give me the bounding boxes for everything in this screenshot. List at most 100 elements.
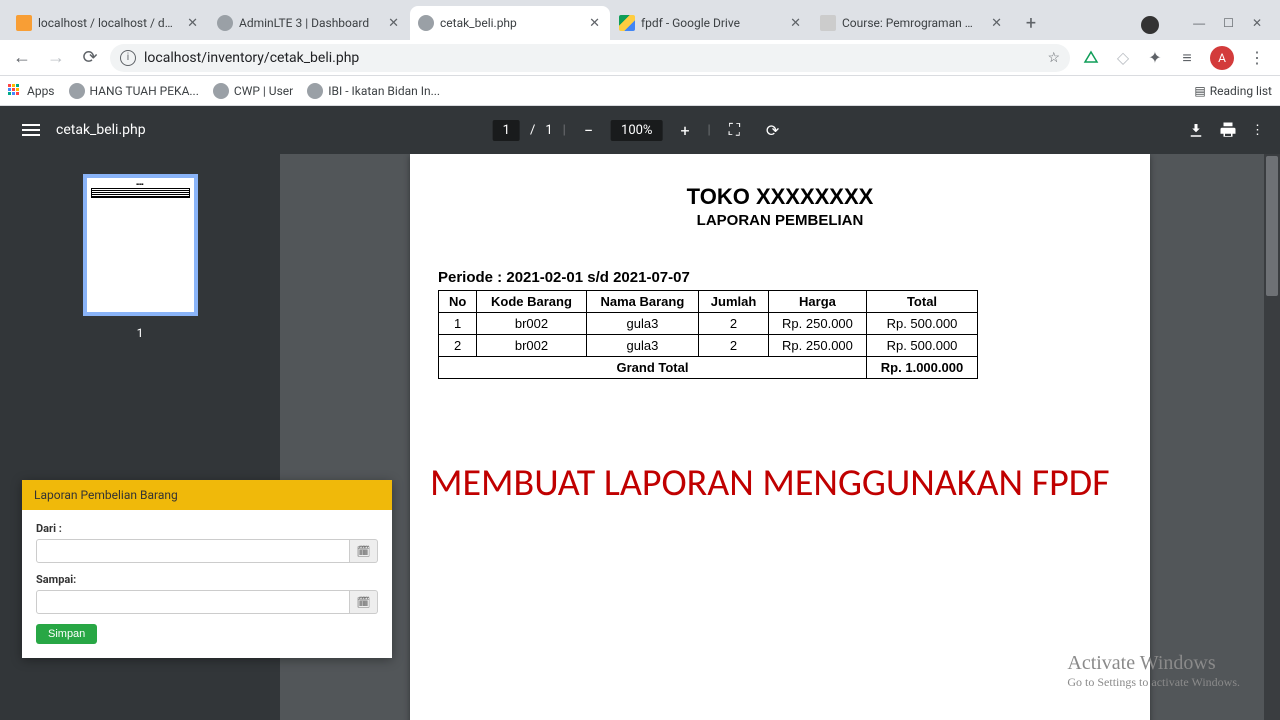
zoom-value[interactable]: 100% [611, 120, 662, 141]
close-icon[interactable]: ✕ [989, 16, 1004, 31]
label-sampai: Sampai: [36, 573, 378, 586]
close-icon[interactable]: ✕ [788, 16, 803, 31]
account-avatar[interactable]: A [1210, 46, 1234, 70]
grand-total-row: Grand Total Rp. 1.000.000 [439, 357, 978, 379]
sidebar-toggle-button[interactable] [16, 118, 46, 142]
page-thumbnail[interactable]: ■■■■ [83, 174, 198, 316]
globe-icon [213, 83, 229, 99]
new-tab-button[interactable]: + [1017, 9, 1045, 37]
label-dari: Dari : [36, 522, 378, 535]
list-icon: ▤ [1194, 84, 1205, 98]
calendar-icon[interactable]: 🗓 [350, 590, 378, 614]
drive-icon[interactable] [1082, 49, 1100, 67]
globe-icon [217, 15, 233, 31]
url-field[interactable]: i localhost/inventory/cetak_beli.php ☆ [110, 44, 1070, 72]
form-title: Laporan Pembelian Barang [22, 480, 392, 510]
maximize-button[interactable]: ☐ [1223, 16, 1234, 34]
col-kode: Kode Barang [477, 291, 586, 313]
input-sampai[interactable] [36, 590, 350, 614]
reload-button[interactable]: ⟳ [76, 44, 104, 72]
col-nama: Nama Barang [586, 291, 699, 313]
col-total: Total [867, 291, 978, 313]
pdf-toolbar: cetak_beli.php 1 / 1 | − 100% + | ⛶ ⟳ ⋮ [0, 106, 1280, 154]
minimize-button[interactable]: — [1193, 16, 1205, 34]
bookmark-item[interactable]: HANG TUAH PEKA... [69, 83, 199, 99]
bookmark-label: IBI - Ikatan Bidan In... [328, 84, 440, 98]
tab-label: Course: Pemrograman Web 2 [842, 16, 983, 30]
windows-watermark: Activate Windows Go to Settings to activ… [1067, 652, 1240, 690]
fit-page-button[interactable]: ⛶ [721, 114, 748, 146]
input-dari[interactable] [36, 539, 350, 563]
calendar-icon[interactable]: 🗓 [350, 539, 378, 563]
tab-label: cetak_beli.php [440, 16, 581, 30]
apps-label: Apps [27, 84, 55, 98]
playlist-icon[interactable]: ≡ [1178, 49, 1196, 67]
tab-phpmyadmin[interactable]: localhost / localhost / dbbar... ✕ [8, 6, 208, 40]
url-text: localhost/inventory/cetak_beli.php [144, 50, 359, 66]
caption-overlay: MEMBUAT LAPORAN MENGGUNAKAN FPDF [430, 460, 1110, 506]
extensions-icon[interactable]: ✦ [1146, 49, 1164, 67]
tab-cetak-beli[interactable]: cetak_beli.php ✕ [410, 6, 610, 40]
download-button[interactable] [1187, 121, 1205, 139]
shield-icon[interactable]: ◇ [1114, 49, 1132, 67]
more-menu-button[interactable]: ⋮ [1251, 123, 1264, 138]
col-harga: Harga [768, 291, 866, 313]
window-controls: — ☐ ✕ [1141, 16, 1272, 40]
pdf-filename: cetak_beli.php [56, 122, 146, 138]
tab-adminlte[interactable]: AdminLTE 3 | Dashboard ✕ [209, 6, 409, 40]
tab-label: localhost / localhost / dbbar... [38, 16, 179, 30]
favicon [16, 15, 32, 31]
close-button[interactable]: ✕ [1252, 16, 1262, 34]
globe-icon [307, 83, 323, 99]
bookmark-star-icon[interactable]: ☆ [1047, 50, 1060, 66]
zoom-out-button[interactable]: − [576, 115, 601, 146]
col-jumlah: Jumlah [699, 291, 769, 313]
report-table: No Kode Barang Nama Barang Jumlah Harga … [438, 290, 978, 379]
back-button[interactable]: ← [8, 44, 36, 72]
address-bar: ← → ⟳ i localhost/inventory/cetak_beli.p… [0, 40, 1280, 76]
close-icon[interactable]: ✕ [386, 16, 401, 31]
bookmark-item[interactable]: IBI - Ikatan Bidan In... [307, 83, 440, 99]
watermark-title: Activate Windows [1067, 652, 1240, 675]
bookmarks-bar: Apps HANG TUAH PEKA... CWP | User IBI - … [0, 76, 1280, 106]
favicon [820, 15, 836, 31]
thumbnail-page-number: 1 [137, 326, 144, 340]
zoom-in-button[interactable]: + [672, 115, 697, 146]
table-row: 2 br002 gula3 2 Rp. 250.000 Rp. 500.000 [439, 335, 978, 357]
pdf-page: TOKO XXXXXXXX LAPORAN PEMBELIAN Periode … [410, 154, 1150, 720]
toolbar-right: ◇ ✦ ≡ A ⋮ [1076, 46, 1272, 70]
page-separator: / [530, 123, 535, 138]
bookmark-item[interactable]: CWP | User [213, 83, 293, 99]
reading-list-label: Reading list [1210, 84, 1272, 98]
profile-icon[interactable] [1141, 16, 1159, 34]
drive-icon [619, 15, 635, 31]
forward-button[interactable]: → [42, 44, 70, 72]
print-button[interactable] [1219, 121, 1237, 139]
reading-list[interactable]: ▤ Reading list [1194, 84, 1272, 98]
close-icon[interactable]: ✕ [185, 16, 200, 31]
page-current-input[interactable]: 1 [493, 120, 520, 141]
scrollbar[interactable] [1264, 154, 1280, 720]
kebab-menu-icon[interactable]: ⋮ [1248, 49, 1266, 67]
report-subtitle: LAPORAN PEMBELIAN [420, 212, 1140, 229]
simpan-button[interactable]: Simpan [36, 624, 97, 644]
globe-icon [418, 15, 434, 31]
site-info-icon[interactable]: i [120, 50, 136, 66]
table-row: 1 br002 gula3 2 Rp. 250.000 Rp. 500.000 [439, 313, 978, 335]
tab-label: fpdf - Google Drive [641, 16, 782, 30]
apps-grid-icon [8, 84, 22, 98]
close-icon[interactable]: ✕ [587, 16, 602, 31]
rotate-button[interactable]: ⟳ [758, 115, 787, 146]
tab-strip: localhost / localhost / dbbar... ✕ Admin… [0, 0, 1280, 40]
page-total: 1 [545, 123, 552, 138]
bookmark-label: CWP | User [234, 84, 293, 98]
page-area[interactable]: TOKO XXXXXXXX LAPORAN PEMBELIAN Periode … [280, 154, 1280, 720]
apps-shortcut[interactable]: Apps [8, 84, 55, 98]
watermark-subtitle: Go to Settings to activate Windows. [1067, 675, 1240, 690]
tab-course-web[interactable]: Course: Pemrograman Web 2 ✕ [812, 6, 1012, 40]
form-panel: Laporan Pembelian Barang Dari : 🗓 Sampai… [22, 480, 392, 658]
tab-label: AdminLTE 3 | Dashboard [239, 16, 380, 30]
col-no: No [439, 291, 477, 313]
bookmark-label: HANG TUAH PEKA... [90, 84, 199, 98]
tab-fpdf-drive[interactable]: fpdf - Google Drive ✕ [611, 6, 811, 40]
